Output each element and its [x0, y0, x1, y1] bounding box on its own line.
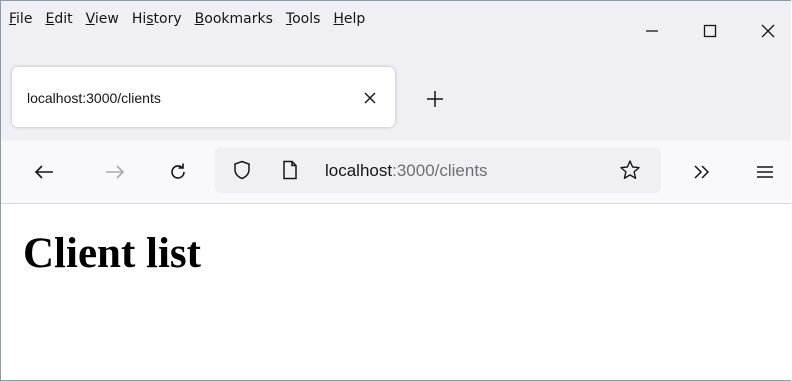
hamburger-icon — [757, 166, 773, 178]
menu-history[interactable]: History — [132, 11, 182, 27]
menu-edit-label: dit — [54, 11, 73, 27]
menu-view[interactable]: View — [86, 11, 119, 27]
bookmark-button[interactable] — [619, 159, 641, 181]
page-content: Client list — [1, 204, 791, 380]
forward-button[interactable] — [100, 157, 130, 187]
reload-icon — [171, 163, 185, 179]
menu-help-label: elp — [343, 11, 366, 27]
page-icon — [283, 160, 297, 180]
minimize-button[interactable] — [629, 1, 675, 60]
menu-help[interactable]: Help — [333, 11, 365, 27]
plus-icon — [427, 91, 443, 107]
menu-file-access-key: F — [9, 11, 17, 27]
url-text[interactable]: localhost:3000/clients — [325, 161, 488, 181]
maximize-button[interactable] — [687, 1, 733, 60]
maximize-icon — [703, 24, 717, 37]
close-window-button[interactable] — [745, 1, 791, 60]
star-icon — [620, 160, 640, 179]
menu-history-prefix: Hi — [131, 11, 147, 27]
new-tab-button[interactable] — [420, 84, 450, 114]
chevrons-right-icon — [694, 165, 710, 179]
page-title: Client list — [23, 230, 201, 277]
back-button[interactable] — [29, 157, 59, 187]
menu-file[interactable]: File — [9, 11, 32, 27]
menu-history-label: tory — [153, 11, 182, 27]
title-bar: File Edit View History Bookmarks Tools H… — [1, 1, 791, 60]
menu-view-access-key: V — [85, 11, 95, 27]
app-menu-button[interactable] — [750, 157, 780, 187]
overflow-menu-button[interactable] — [687, 157, 717, 187]
menu-file-label: ile — [16, 11, 33, 27]
arrow-right-icon — [106, 165, 125, 179]
url-path: :3000/clients — [392, 161, 488, 180]
menu-bookmarks-access-key: B — [194, 11, 205, 27]
menu-bookmarks[interactable]: Bookmarks — [195, 11, 273, 27]
window-controls — [617, 1, 791, 60]
site-info-button[interactable] — [279, 159, 301, 181]
menu-tools-label: ools — [292, 11, 321, 27]
arrow-left-icon — [34, 165, 53, 179]
address-bar[interactable]: localhost:3000/clients — [215, 147, 661, 193]
tracking-protection-button[interactable] — [231, 159, 253, 181]
menu-tools[interactable]: Tools — [286, 11, 321, 27]
navigation-toolbar: localhost:3000/clients — [1, 141, 791, 204]
menu-edit-access-key: E — [45, 11, 55, 27]
menu-bookmarks-label: ookmarks — [204, 11, 273, 27]
menu-help-access-key: H — [333, 11, 344, 27]
browser-window: File Edit View History Bookmarks Tools H… — [0, 0, 791, 381]
url-host: localhost — [325, 161, 393, 180]
menu-view-label: iew — [94, 11, 119, 27]
tab-title: localhost:3000/clients — [27, 90, 161, 106]
reload-button[interactable] — [163, 157, 193, 187]
tab-close-button[interactable] — [358, 86, 382, 110]
minimize-icon — [646, 29, 658, 32]
menu-bar: File Edit View History Bookmarks Tools H… — [9, 11, 378, 27]
menu-edit[interactable]: Edit — [45, 11, 72, 27]
close-icon — [364, 92, 376, 104]
tab-clients[interactable]: localhost:3000/clients — [12, 67, 395, 127]
shield-icon — [234, 160, 250, 180]
menu-history-access-key: s — [146, 11, 154, 27]
close-icon — [761, 24, 775, 37]
